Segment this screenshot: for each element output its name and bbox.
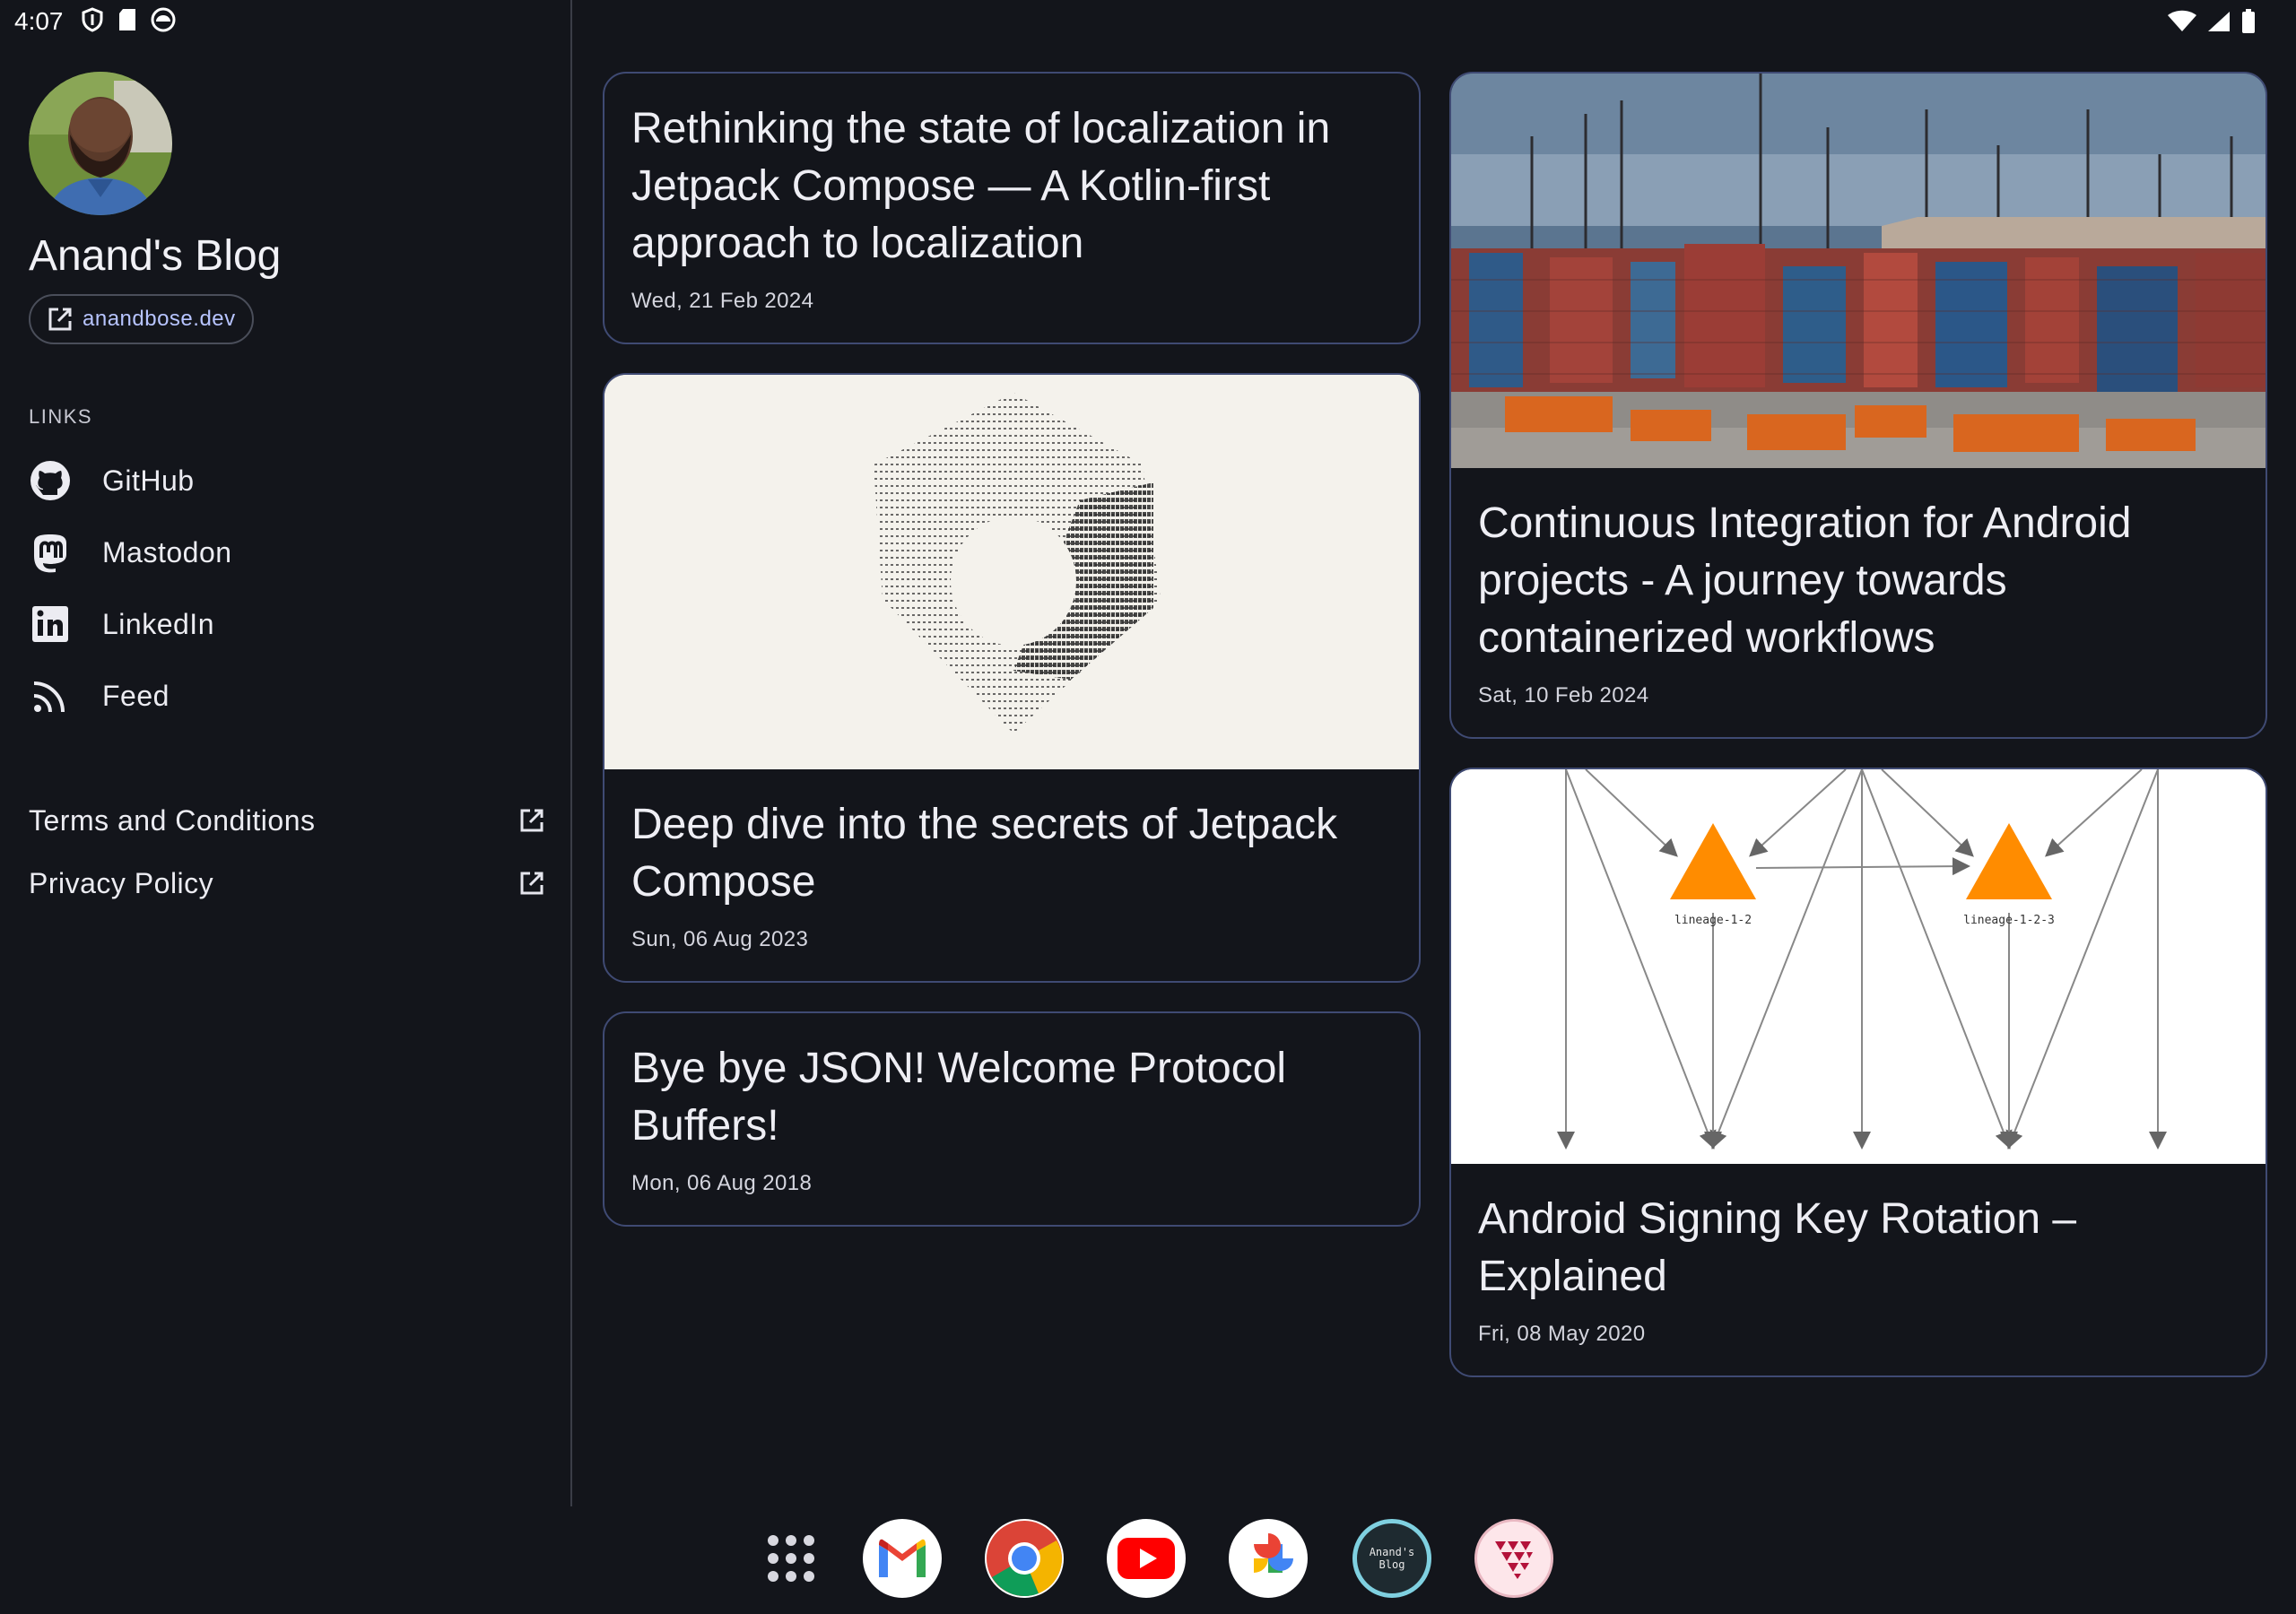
gmail-app[interactable]: [863, 1519, 942, 1598]
cell-signal-icon: [2208, 12, 2230, 31]
post-card[interactable]: Deep dive into the secrets of Jetpack Co…: [603, 373, 1421, 983]
avatar[interactable]: [29, 72, 172, 215]
sidebar-item-mastodon[interactable]: Mastodon: [29, 525, 232, 579]
post-card[interactable]: Bye bye JSON! Welcome Protocol Buffers! …: [603, 1011, 1421, 1227]
post-card[interactable]: Rethinking the state of localization in …: [603, 72, 1421, 344]
post-date: Sun, 06 Aug 2023: [631, 927, 809, 951]
open-external-icon: [520, 809, 544, 832]
post-cover-image: lineage-1-2 lineage-1-2-3: [1451, 769, 2266, 1164]
post-title: Rethinking the state of localization in …: [631, 105, 1331, 267]
post-date: Wed, 21 Feb 2024: [631, 289, 814, 313]
post-title: Deep dive into the secrets of Jetpack Co…: [631, 801, 1338, 906]
mastodon-icon: [34, 534, 66, 573]
post-title: Bye bye JSON! Welcome Protocol Buffers!: [631, 1045, 1287, 1150]
app-drawer-icon: [768, 1535, 814, 1582]
privacy-policy-link[interactable]: Privacy Policy: [29, 858, 545, 908]
linkedin-icon: [32, 606, 68, 642]
app-drawer-button[interactable]: [752, 1519, 831, 1598]
sidebar-item-label: Feed: [102, 679, 170, 712]
wifi-icon: [2168, 10, 2196, 31]
photos-app[interactable]: [1229, 1519, 1308, 1598]
terms-and-conditions-link[interactable]: Terms and Conditions: [29, 795, 545, 846]
rss-feed-icon: [33, 681, 65, 713]
open-in-new-icon: [48, 308, 72, 331]
anands-blog-app-icon: Anand's Blog: [1369, 1546, 1415, 1571]
post-cover-image: [604, 375, 1419, 769]
post-card[interactable]: lineage-1-2 lineage-1-2-3 Android Signin…: [1449, 768, 2267, 1377]
site-link-chip[interactable]: anandbose.dev: [29, 294, 254, 344]
navigation-drawer: Anand's Blog anandbose.dev LINKS GitHub …: [0, 0, 572, 1506]
post-title: Continuous Integration for Android proje…: [1478, 499, 2132, 662]
chrome-app[interactable]: [985, 1519, 1064, 1598]
sidebar-item-feed[interactable]: Feed: [29, 669, 170, 723]
youtube-icon: [1118, 1538, 1175, 1579]
post-date: Sat, 10 Feb 2024: [1478, 683, 1649, 707]
battery-icon: [2242, 9, 2255, 33]
sidebar-item-linkedin[interactable]: LinkedIn: [29, 597, 214, 651]
youtube-app[interactable]: [1107, 1519, 1186, 1598]
privacy-label: Privacy Policy: [29, 866, 214, 899]
blog-title: Anand's Blog: [29, 232, 282, 280]
diagram-label: lineage-1-2: [1674, 914, 1752, 927]
anands-blog-app[interactable]: Anand's Blog: [1352, 1519, 1431, 1598]
sidebar-item-label: LinkedIn: [102, 607, 214, 640]
diagram-label: lineage-1-2-3: [1963, 914, 2055, 927]
status-right-icons: [2167, 9, 2257, 34]
sidebar-item-github[interactable]: GitHub: [29, 454, 195, 508]
terms-label: Terms and Conditions: [29, 803, 316, 837]
links-section-header: LINKS: [29, 405, 93, 428]
post-date: Mon, 06 Aug 2018: [631, 1171, 813, 1195]
triangle-app[interactable]: [1474, 1519, 1553, 1598]
post-card[interactable]: Continuous Integration for Android proje…: [1449, 72, 2267, 739]
gmail-icon: [879, 1539, 926, 1577]
post-title: Android Signing Key Rotation – Explained: [1478, 1195, 2077, 1300]
taskbar-dock: Anand's Blog: [0, 1515, 2296, 1605]
sidebar-item-label: Mastodon: [102, 535, 232, 568]
chrome-icon: [987, 1521, 1063, 1597]
post-date: Fri, 08 May 2020: [1478, 1322, 1646, 1346]
open-external-icon: [520, 872, 544, 895]
post-cover-image: [1451, 74, 2266, 468]
app-icon: [1495, 1541, 1533, 1579]
site-link-label: anandbose.dev: [83, 307, 236, 331]
github-icon: [30, 461, 70, 500]
photos-icon: [1254, 1533, 1293, 1573]
sidebar-item-label: GitHub: [102, 464, 195, 497]
